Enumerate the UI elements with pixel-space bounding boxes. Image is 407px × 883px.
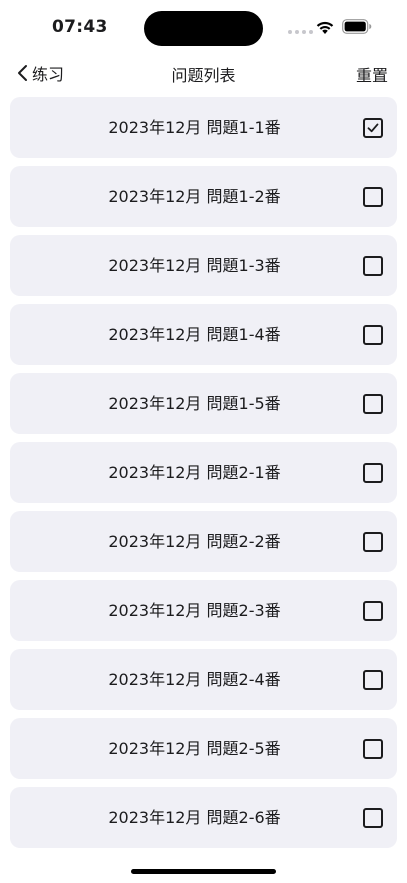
checkmark-icon bbox=[367, 123, 379, 133]
item-label: 2023年12月 問題1-5番 bbox=[108, 394, 281, 413]
item-label: 2023年12月 問題2-2番 bbox=[108, 532, 281, 551]
list-item[interactable]: 2023年12月 問題1-4番 bbox=[10, 304, 397, 365]
list-item[interactable]: 2023年12月 問題1-3番 bbox=[10, 235, 397, 296]
dynamic-island bbox=[144, 11, 263, 46]
item-label: 2023年12月 問題2-6番 bbox=[108, 808, 281, 827]
list-item[interactable]: 2023年12月 問題2-5番 bbox=[10, 718, 397, 779]
battery-icon bbox=[342, 19, 372, 34]
wifi-icon bbox=[316, 21, 334, 34]
back-button[interactable]: 练习 bbox=[16, 62, 64, 84]
checkbox[interactable] bbox=[363, 187, 383, 207]
item-label: 2023年12月 問題1-2番 bbox=[108, 187, 281, 206]
list-item[interactable]: 2023年12月 問題2-4番 bbox=[10, 649, 397, 710]
item-label: 2023年12月 問題2-5番 bbox=[108, 739, 281, 758]
item-label: 2023年12月 問題2-3番 bbox=[108, 601, 281, 620]
list-item[interactable]: 2023年12月 問題1-5番 bbox=[10, 373, 397, 434]
status-bar: 07:43 bbox=[0, 0, 407, 54]
checkbox[interactable] bbox=[363, 601, 383, 621]
item-label: 2023年12月 問題1-4番 bbox=[108, 325, 281, 344]
chevron-left-icon bbox=[18, 65, 27, 81]
checkbox[interactable] bbox=[363, 532, 383, 552]
checkbox[interactable] bbox=[363, 118, 383, 138]
list-item[interactable]: 2023年12月 問題1-2番 bbox=[10, 166, 397, 227]
item-label: 2023年12月 問題1-1番 bbox=[108, 118, 281, 137]
checkbox[interactable] bbox=[363, 463, 383, 483]
item-label: 2023年12月 問題2-1番 bbox=[108, 463, 281, 482]
reset-button[interactable]: 重置 bbox=[356, 62, 388, 86]
checkbox[interactable] bbox=[363, 808, 383, 828]
checkbox[interactable] bbox=[363, 739, 383, 759]
list-item[interactable]: 2023年12月 問題2-6番 bbox=[10, 787, 397, 848]
status-time: 07:43 bbox=[52, 17, 108, 37]
list-item[interactable]: 2023年12月 問題2-2番 bbox=[10, 511, 397, 572]
checkbox[interactable] bbox=[363, 256, 383, 276]
question-list: 2023年12月 問題1-1番 2023年12月 問題1-2番 2023年12月… bbox=[10, 97, 397, 856]
screen: 07:43 练习 问题列表 重置 2023年12月 問題1-1番 2023年12… bbox=[0, 0, 407, 883]
navigation-bar: 练习 问题列表 重置 bbox=[0, 54, 407, 92]
checkbox[interactable] bbox=[363, 670, 383, 690]
home-indicator[interactable] bbox=[131, 869, 276, 874]
checkbox[interactable] bbox=[363, 325, 383, 345]
list-item[interactable]: 2023年12月 問題2-3番 bbox=[10, 580, 397, 641]
list-item[interactable]: 2023年12月 問題2-1番 bbox=[10, 442, 397, 503]
checkbox[interactable] bbox=[363, 394, 383, 414]
list-item[interactable]: 2023年12月 問題1-1番 bbox=[10, 97, 397, 158]
item-label: 2023年12月 問題2-4番 bbox=[108, 670, 281, 689]
back-label: 练习 bbox=[32, 65, 65, 84]
item-label: 2023年12月 問題1-3番 bbox=[108, 256, 281, 275]
cellular-signal-icon bbox=[288, 30, 313, 34]
